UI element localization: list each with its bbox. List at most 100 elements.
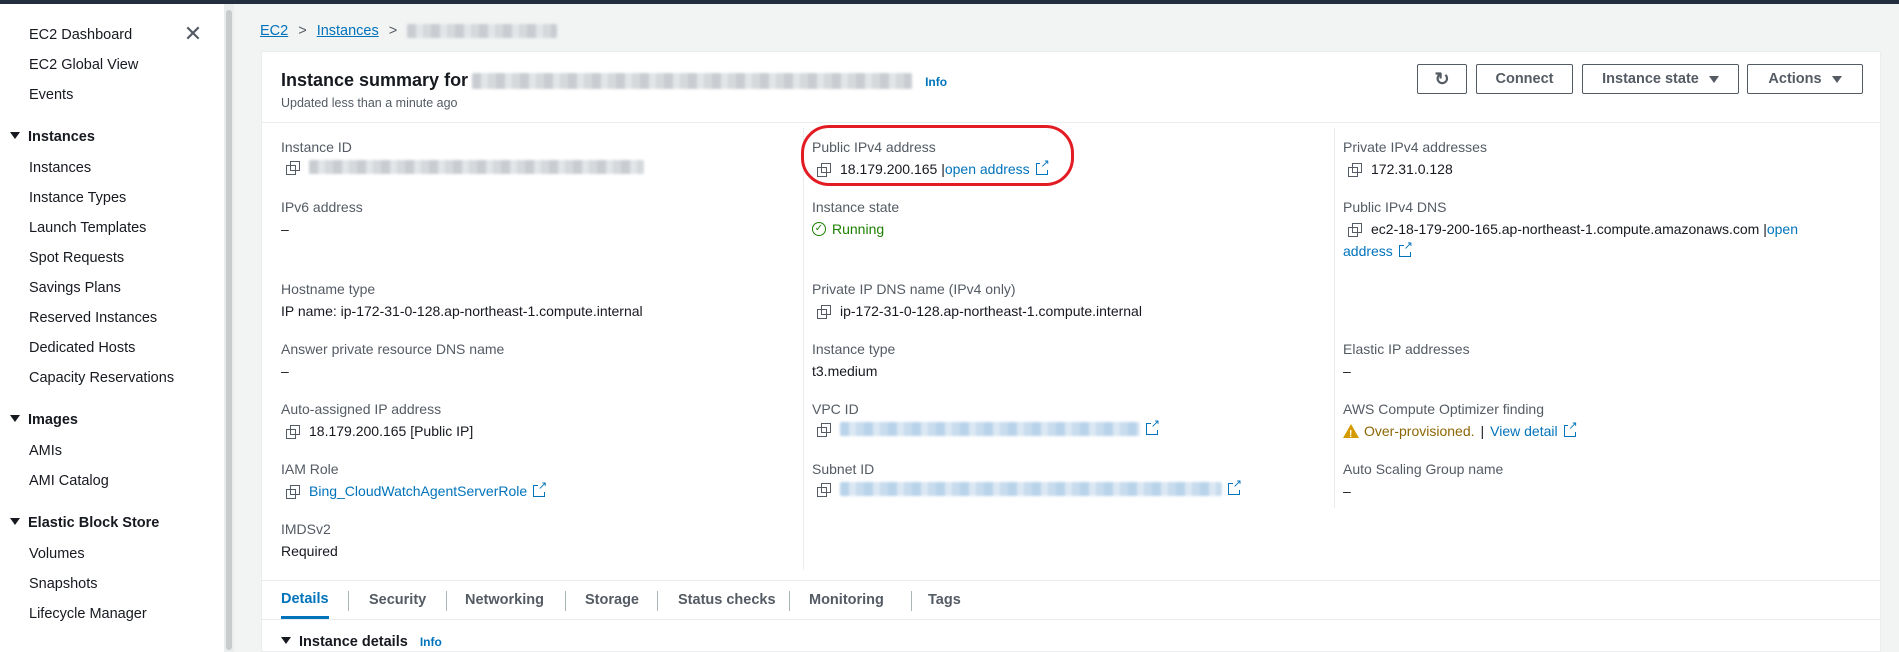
field-iam-role: IAM Role Bing_CloudWatchAgentServerRole	[281, 460, 548, 500]
sidebar-scrollbar[interactable]	[224, 4, 234, 652]
field-private-dns: Private IP DNS name (IPv4 only) ip-172-3…	[812, 281, 1142, 319]
external-link-icon	[1563, 421, 1578, 437]
copy-icon[interactable]	[1348, 222, 1362, 237]
tab-storage[interactable]: Storage	[585, 581, 639, 619]
external-link-icon	[1228, 479, 1242, 495]
copy-icon[interactable]	[817, 304, 831, 319]
field-elastic-ip: Elastic IP addresses –	[1343, 341, 1470, 379]
field-instance-type: Instance type t3.medium	[812, 341, 896, 379]
sidebar-item-ec2-global-view[interactable]: EC2 Global View	[29, 56, 138, 74]
status-badge: Running	[832, 221, 885, 237]
sidebar-section-elastic-block-store[interactable]: Elastic Block Store	[10, 514, 159, 532]
field-instance-state: Instance state ✓ Running	[812, 199, 900, 237]
iam-role-link[interactable]: Bing_CloudWatchAgentServerRole	[309, 482, 527, 500]
field-imdsv2: IMDSv2 Required	[281, 521, 338, 559]
instance-state-button[interactable]: Instance state	[1582, 64, 1739, 94]
column-divider	[803, 128, 804, 570]
top-nav-bar	[0, 0, 1899, 4]
external-link-icon	[1146, 419, 1160, 435]
info-link[interactable]: Info	[925, 75, 947, 89]
tab-divider	[789, 591, 790, 611]
external-link-icon	[533, 481, 548, 497]
copy-icon[interactable]	[1348, 162, 1362, 177]
sidebar-item-capacity-reservations[interactable]: Capacity Reservations	[29, 369, 174, 387]
caret-down-icon	[281, 637, 291, 644]
tab-status-checks[interactable]: Status checks	[678, 581, 776, 619]
info-link[interactable]: Info	[420, 635, 442, 649]
tab-networking[interactable]: Networking	[465, 581, 544, 619]
page-title: Instance summary for Info	[281, 70, 948, 90]
instance-name-redacted	[472, 73, 913, 90]
sidebar-item-events[interactable]: Events	[29, 86, 73, 104]
field-vpc-id: VPC ID	[812, 400, 1160, 437]
sidebar-item-instances[interactable]: Instances	[29, 159, 91, 177]
breadcrumb-instance-redacted	[407, 24, 558, 39]
tab-divider	[657, 591, 658, 611]
copy-icon[interactable]	[286, 160, 300, 175]
tab-divider	[565, 591, 566, 611]
tab-divider	[446, 591, 447, 611]
sidebar: ✕ EC2 Dashboard EC2 Global View Events I…	[0, 4, 224, 652]
instance-summary-panel: Instance summary for Info Updated less t…	[261, 51, 1881, 652]
field-auto-assigned-ip: Auto-assigned IP address 18.179.200.165 …	[281, 401, 474, 439]
copy-icon[interactable]	[817, 482, 831, 497]
tab-security[interactable]: Security	[369, 581, 426, 619]
sidebar-item-lifecycle-manager[interactable]: Lifecycle Manager	[29, 605, 147, 623]
caret-down-icon	[10, 132, 20, 139]
field-auto-scaling-group: Auto Scaling Group name –	[1343, 461, 1504, 499]
caret-down-icon	[1708, 75, 1719, 83]
connect-button[interactable]: Connect	[1476, 64, 1573, 94]
tab-monitoring[interactable]: Monitoring	[809, 581, 884, 619]
sidebar-item-reserved-instances[interactable]: Reserved Instances	[29, 309, 157, 327]
field-public-dns: Public IPv4 DNS ec2-18-179-200-165.ap-no…	[1343, 198, 1798, 260]
open-address-link[interactable]: address	[1343, 242, 1393, 260]
sidebar-item-volumes[interactable]: Volumes	[29, 545, 85, 563]
view-detail-link[interactable]: View detail	[1490, 422, 1557, 440]
breadcrumb-ec2-link[interactable]: EC2	[260, 23, 288, 39]
chevron-right-icon: >	[298, 23, 307, 39]
subnet-id-redacted-link[interactable]	[840, 482, 1222, 496]
sidebar-item-launch-templates[interactable]: Launch Templates	[29, 219, 146, 237]
updated-timestamp: Updated less than a minute ago	[281, 96, 458, 110]
external-link-icon	[1398, 241, 1413, 257]
sidebar-section-instances[interactable]: Instances	[10, 128, 95, 146]
field-private-ipv4: Private IPv4 addresses 172.31.0.128	[1343, 139, 1487, 177]
tab-tags[interactable]: Tags	[928, 581, 961, 619]
field-compute-optimizer: AWS Compute Optimizer finding Over-provi…	[1343, 400, 1578, 444]
tab-bar: Details Security Networking Storage Stat…	[262, 580, 1880, 620]
sidebar-item-savings-plans[interactable]: Savings Plans	[29, 279, 121, 297]
sidebar-item-instance-types[interactable]: Instance Types	[29, 189, 126, 207]
copy-icon[interactable]	[286, 424, 300, 439]
caret-down-icon	[10, 415, 20, 422]
header-divider	[262, 122, 1880, 123]
copy-icon[interactable]	[286, 484, 300, 499]
actions-button[interactable]: Actions	[1747, 64, 1863, 94]
sidebar-item-spot-requests[interactable]: Spot Requests	[29, 249, 124, 267]
copy-icon[interactable]	[817, 422, 831, 437]
refresh-button[interactable]: ↻	[1417, 64, 1467, 94]
field-hostname-type: Hostname type IP name: ip-172-31-0-128.a…	[281, 281, 643, 319]
scrollbar-thumb[interactable]	[226, 10, 232, 650]
warning-icon	[1343, 424, 1359, 444]
vpc-id-redacted-link[interactable]	[840, 422, 1140, 436]
open-address-link[interactable]: open	[1767, 220, 1798, 238]
sidebar-item-ec2-dashboard[interactable]: EC2 Dashboard	[29, 26, 132, 44]
refresh-icon: ↻	[1434, 68, 1450, 89]
caret-down-icon	[10, 518, 20, 525]
sidebar-item-dedicated-hosts[interactable]: Dedicated Hosts	[29, 339, 135, 357]
sidebar-item-ami-catalog[interactable]: AMI Catalog	[29, 472, 109, 490]
breadcrumb: EC2 > Instances >	[260, 22, 558, 40]
instance-details-section-header[interactable]: Instance details Info	[281, 634, 442, 650]
instance-id-redacted	[309, 160, 644, 174]
field-instance-id: Instance ID	[281, 138, 644, 175]
check-circle-icon: ✓	[812, 222, 826, 236]
column-divider	[1334, 128, 1335, 508]
field-subnet-id: Subnet ID	[812, 460, 1242, 497]
caret-down-icon	[1831, 75, 1842, 83]
breadcrumb-instances-link[interactable]: Instances	[317, 23, 379, 39]
close-icon[interactable]: ✕	[183, 23, 203, 45]
sidebar-item-snapshots[interactable]: Snapshots	[29, 575, 98, 593]
tab-details[interactable]: Details	[281, 581, 329, 619]
sidebar-section-images[interactable]: Images	[10, 411, 78, 429]
sidebar-item-amis[interactable]: AMIs	[29, 442, 62, 460]
